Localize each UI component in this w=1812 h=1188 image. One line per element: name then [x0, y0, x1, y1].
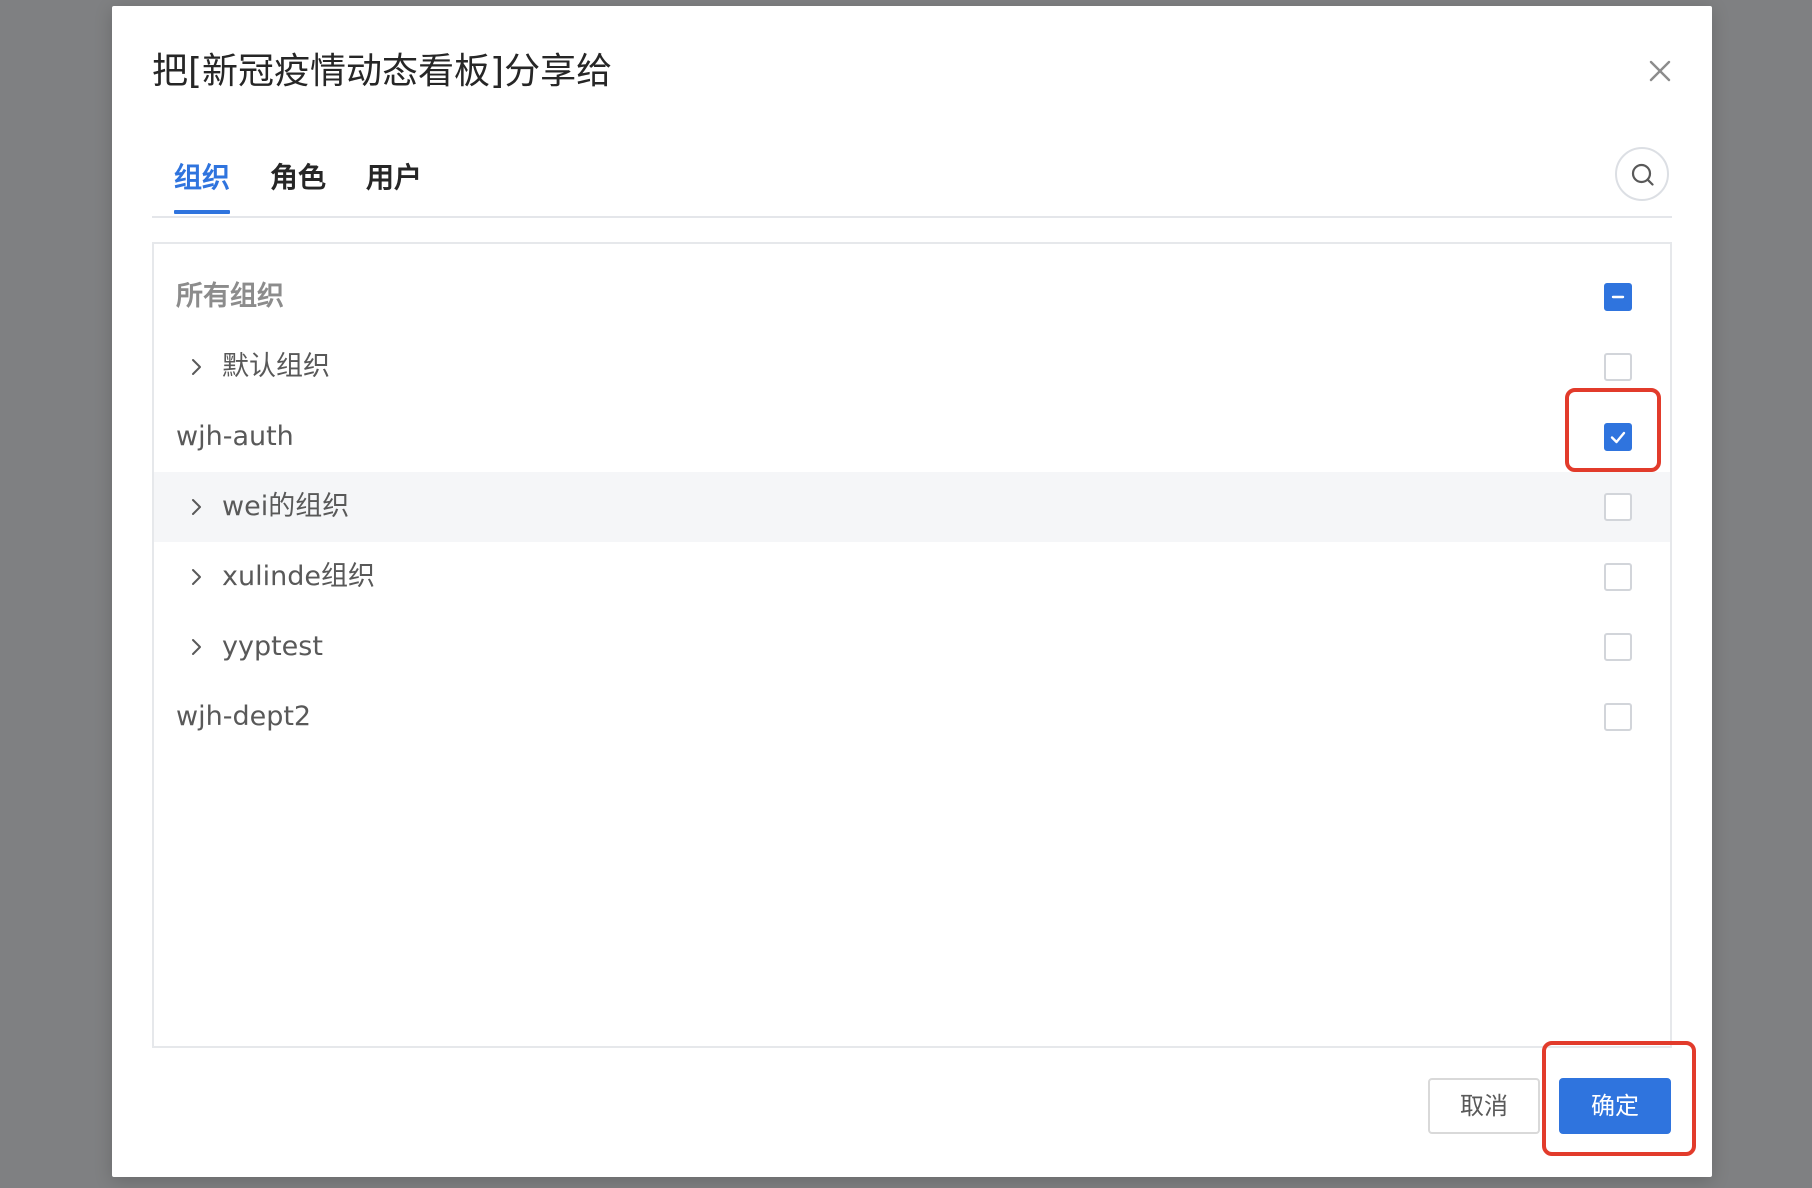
tree-item-yyptest[interactable]: yyptest — [154, 612, 1670, 682]
tree-item-checkbox[interactable] — [1604, 633, 1632, 661]
tree-item-label: xulinde组织 — [222, 561, 375, 592]
check-icon — [1610, 431, 1626, 444]
tree-root-row: 所有组织 — [154, 262, 1670, 332]
tab-bar: 组织 角色 用户 — [152, 138, 1672, 218]
tree-item-checkbox[interactable] — [1604, 423, 1632, 451]
tree-item-label: wjh-auth — [176, 421, 294, 452]
close-button[interactable] — [1640, 51, 1680, 91]
tree-item-checkbox[interactable] — [1604, 353, 1632, 381]
tree-item-label: 默认组织 — [222, 351, 330, 382]
tab-organization[interactable]: 组织 — [174, 158, 231, 214]
tree-root-checkbox[interactable] — [1604, 283, 1632, 311]
tree-item-checkbox[interactable] — [1604, 703, 1632, 731]
tab-organization-label: 组织 — [174, 161, 231, 194]
organization-tree: 所有组织 默认组织 wjh-auth wei的组织 xulinde组织 yypt… — [152, 242, 1672, 1048]
tab-role[interactable]: 角色 — [270, 158, 326, 208]
cancel-button[interactable]: 取消 — [1428, 1078, 1540, 1134]
tree-item-label: yyptest — [222, 631, 323, 662]
search-icon — [1631, 163, 1654, 186]
tree-item-wjh-dept2[interactable]: wjh-dept2 — [154, 682, 1670, 752]
confirm-button[interactable]: 确定 — [1559, 1078, 1671, 1134]
tree-item-wjh-auth[interactable]: wjh-auth — [154, 402, 1670, 472]
tab-user-label: 用户 — [366, 161, 423, 194]
tree-item-wei-org[interactable]: wei的组织 — [154, 472, 1670, 542]
search-button[interactable] — [1615, 147, 1669, 201]
tree-item-default-org[interactable]: 默认组织 — [154, 332, 1670, 402]
tree-item-xulinde-org[interactable]: xulinde组织 — [154, 542, 1670, 612]
tab-user[interactable]: 用户 — [366, 158, 422, 208]
tree-item-label: wei的组织 — [222, 491, 350, 522]
close-icon — [1649, 60, 1671, 82]
tree-root-label: 所有组织 — [176, 281, 284, 312]
chevron-right-icon[interactable] — [184, 355, 208, 379]
active-tab-indicator — [174, 210, 231, 214]
chevron-right-icon[interactable] — [184, 495, 208, 519]
chevron-right-icon[interactable] — [184, 635, 208, 659]
tree-item-checkbox[interactable] — [1604, 563, 1632, 591]
indeterminate-icon — [1611, 295, 1625, 299]
share-dialog: 把[新冠疫情动态看板]分享给 组织 角色 用户 所有组织 默认组织 wjh-au… — [112, 6, 1712, 1177]
chevron-right-icon[interactable] — [184, 565, 208, 589]
tree-item-label: wjh-dept2 — [176, 701, 312, 732]
dialog-title: 把[新冠疫情动态看板]分享给 — [152, 51, 613, 92]
tab-role-label: 角色 — [270, 161, 327, 194]
tree-item-checkbox[interactable] — [1604, 493, 1632, 521]
